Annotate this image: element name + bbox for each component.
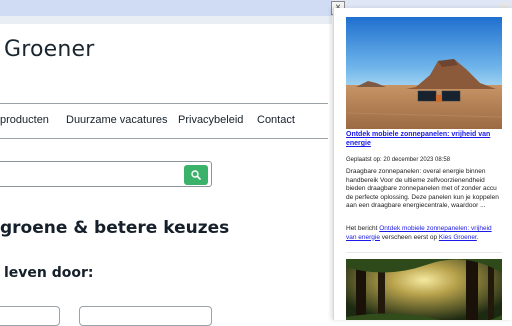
search-button[interactable] (184, 165, 208, 185)
source-prefix: Het bericht (346, 225, 380, 232)
article-description: Draagbare zonnepanelen: overal energie b… (346, 168, 499, 210)
article-meta: Geplaatst op: 20 december 2023 08:58 (346, 157, 451, 163)
nav-item-privacy[interactable]: Privacybeleid (178, 114, 243, 126)
nav-bottom-divider (0, 138, 328, 139)
article-source: Het bericht Ontdek mobiele zonnepanelen:… (346, 225, 502, 242)
nav-item-vacatures[interactable]: Duurzame vacatures (66, 114, 168, 126)
magnifier-icon (191, 170, 201, 180)
option-box-right[interactable] (79, 306, 212, 326)
article-image-desert-solar (346, 17, 502, 129)
source-site-link[interactable]: Kies Groener (439, 234, 477, 241)
article-image-forest (346, 259, 502, 320)
article-divider (346, 252, 502, 253)
page-heading: groene & betere keuzes (0, 218, 230, 238)
option-box-left[interactable] (0, 306, 60, 326)
source-suffix: . (476, 233, 479, 241)
search-input[interactable] (0, 161, 212, 187)
nav-item-products[interactable]: producten (0, 114, 49, 126)
site-brand[interactable]: Groener (4, 37, 95, 62)
page-subheading: leven door: (4, 265, 94, 281)
nav-item-contact[interactable]: Contact (257, 114, 295, 126)
article-title-link[interactable]: Ontdek mobiele zonnepanelen: vrijheid va… (346, 130, 502, 148)
nav-top-divider (0, 103, 328, 104)
source-mid: verscheen eerst op (379, 233, 439, 241)
browser-tab-strip (0, 0, 332, 16)
feed-popup: Ontdek mobiele zonnepanelen: vrijheid va… (333, 8, 512, 320)
